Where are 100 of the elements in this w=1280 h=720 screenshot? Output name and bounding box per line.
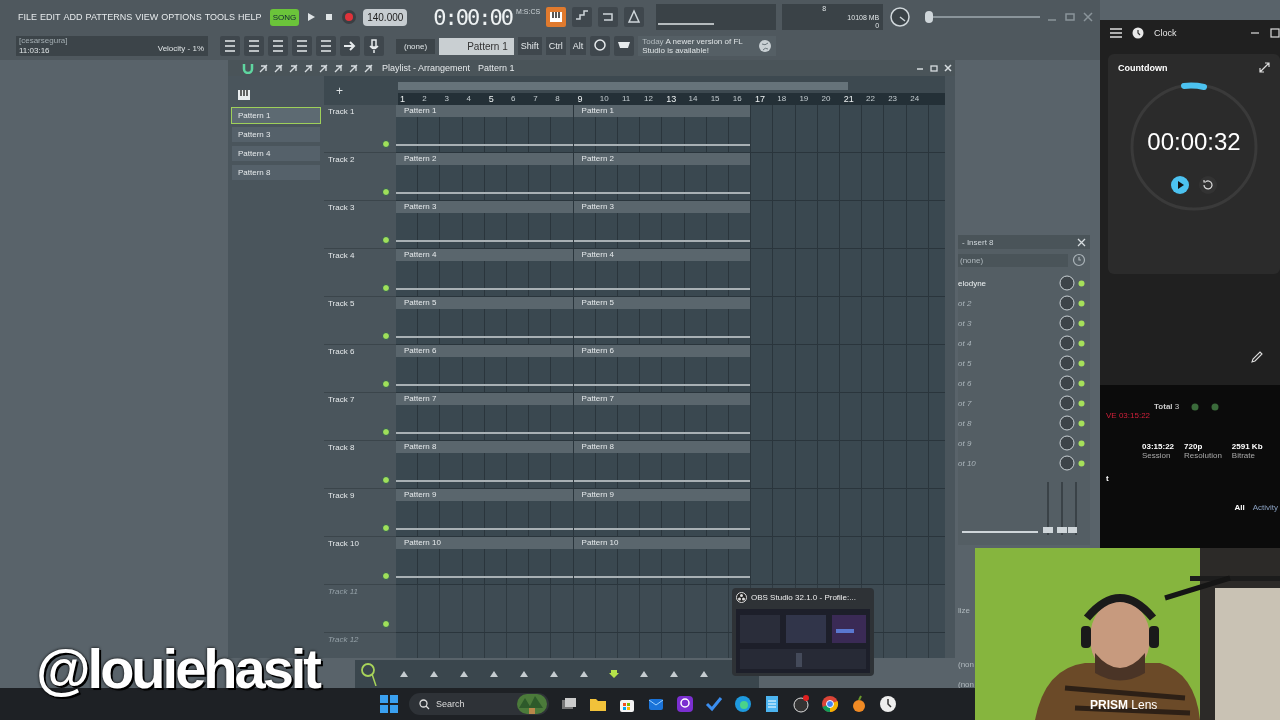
- pattern-clip[interactable]: Pattern 8: [396, 441, 574, 482]
- menu-item[interactable]: ADD: [63, 12, 83, 22]
- obs-app-icon[interactable]: [792, 695, 810, 713]
- piano-icon[interactable]: [238, 90, 250, 100]
- piano-roll-icon[interactable]: [268, 36, 288, 56]
- track-header[interactable]: Track 1: [324, 105, 396, 153]
- track-header[interactable]: Track 5: [324, 297, 396, 345]
- effect-slot[interactable]: ot 4: [958, 338, 1056, 348]
- loop-icon[interactable]: [598, 7, 619, 27]
- track-led-icon[interactable]: [382, 380, 390, 388]
- pattern-selector[interactable]: Pattern 1: [439, 37, 514, 55]
- pattern-list-item[interactable]: Pattern 1: [232, 108, 320, 123]
- news-panel[interactable]: Today A newer version of FL Studio is available!: [638, 36, 777, 56]
- pattern-clip[interactable]: Pattern 2: [396, 153, 574, 194]
- track-header[interactable]: Track 4: [324, 249, 396, 297]
- effect-slot[interactable]: ot 6: [958, 378, 1056, 388]
- effect-slot[interactable]: ot 2: [958, 298, 1056, 308]
- menu-item[interactable]: EDIT: [40, 12, 61, 22]
- mix-knob[interactable]: [1059, 315, 1075, 331]
- pattern-clip[interactable]: Pattern 6: [396, 345, 574, 386]
- effect-slot[interactable]: ot 8: [958, 418, 1056, 428]
- pattern-clip[interactable]: Pattern 2: [573, 153, 752, 194]
- track-lane[interactable]: Pattern 4 Pattern 4: [396, 249, 945, 297]
- mix-knob[interactable]: [1059, 395, 1075, 411]
- slot-led-icon[interactable]: [1078, 459, 1085, 467]
- marker-icon[interactable]: [549, 670, 559, 678]
- tool-icon[interactable]: [348, 62, 359, 74]
- track-led-icon[interactable]: [382, 236, 390, 244]
- keyboard-icon[interactable]: [546, 7, 567, 27]
- track-lane[interactable]: Pattern 5 Pattern 5: [396, 297, 945, 345]
- track-lane[interactable]: Pattern 1 Pattern 1: [396, 105, 945, 153]
- preview-tooltip[interactable]: OBS Studio 32.1.0 - Profile:...: [732, 588, 874, 676]
- menu-icon[interactable]: [1110, 28, 1122, 38]
- track-led-icon[interactable]: [382, 524, 390, 532]
- maximize-icon[interactable]: [929, 63, 939, 73]
- track-lane[interactable]: Pattern 9 Pattern 9: [396, 489, 945, 537]
- track-lane[interactable]: Pattern 7 Pattern 7: [396, 393, 945, 441]
- podcast-icon[interactable]: [676, 695, 694, 713]
- menu-item[interactable]: OPTIONS: [161, 12, 202, 22]
- playhead-marker-icon[interactable]: [609, 670, 619, 678]
- pattern-clip[interactable]: Pattern 10: [573, 537, 752, 578]
- track-header[interactable]: Track 6: [324, 345, 396, 393]
- modifier-key-button[interactable]: Alt: [569, 37, 587, 55]
- clock-icon[interactable]: [1072, 253, 1086, 267]
- fruit-icon[interactable]: [850, 695, 868, 713]
- channel-rack-icon[interactable]: [244, 36, 264, 56]
- marker-icon[interactable]: [579, 670, 589, 678]
- track-header[interactable]: Track 9: [324, 489, 396, 537]
- chrome-icon[interactable]: [821, 695, 839, 713]
- track-header[interactable]: Track 2: [324, 153, 396, 201]
- track-led-icon[interactable]: [382, 476, 390, 484]
- pattern-clip[interactable]: Pattern 1: [396, 105, 574, 146]
- menu-item[interactable]: HELP: [238, 12, 262, 22]
- slot-led-icon[interactable]: [1078, 439, 1085, 447]
- slot-led-icon[interactable]: [1078, 279, 1085, 287]
- tool-icon[interactable]: [303, 62, 314, 74]
- browser-icon[interactable]: [292, 36, 312, 56]
- step-icon[interactable]: [572, 7, 593, 27]
- effect-slot[interactable]: ot 10: [958, 458, 1056, 468]
- start-icon[interactable]: [380, 695, 398, 713]
- pattern-clip[interactable]: Pattern 1: [573, 105, 752, 146]
- tool-icon[interactable]: [333, 62, 344, 74]
- pattern-list-item[interactable]: Pattern 4: [232, 146, 320, 161]
- menu-item[interactable]: PATTERNS: [85, 12, 133, 22]
- pattern-clip[interactable]: Pattern 4: [573, 249, 752, 290]
- pattern-list-item[interactable]: Pattern 8: [232, 165, 320, 180]
- track-header[interactable]: Track 10: [324, 537, 396, 585]
- effect-slot[interactable]: ot 7: [958, 398, 1056, 408]
- pattern-clip[interactable]: Pattern 9: [396, 489, 574, 530]
- menu-item[interactable]: FILE: [18, 12, 37, 22]
- notepad-icon[interactable]: [763, 695, 781, 713]
- marker-icon[interactable]: [489, 670, 499, 678]
- filter-tab[interactable]: All: [1234, 503, 1245, 512]
- breadcrumb-item[interactable]: Pattern 1: [478, 63, 515, 73]
- marker-icon[interactable]: [639, 670, 649, 678]
- tool-icon[interactable]: [288, 62, 299, 74]
- microphone-icon[interactable]: [364, 36, 384, 56]
- marker-icon[interactable]: [399, 670, 409, 678]
- tool-icon[interactable]: [258, 62, 269, 74]
- track-led-icon[interactable]: [382, 188, 390, 196]
- maximize-icon[interactable]: [1270, 28, 1280, 38]
- marker-icon[interactable]: [459, 670, 469, 678]
- track-led-icon[interactable]: [382, 572, 390, 580]
- slot-led-icon[interactable]: [1078, 419, 1085, 427]
- track-led-icon[interactable]: [382, 332, 390, 340]
- slot-led-icon[interactable]: [1078, 359, 1085, 367]
- tool-icon[interactable]: [273, 62, 284, 74]
- pattern-clip[interactable]: Pattern 4: [396, 249, 574, 290]
- mixer-icon[interactable]: [316, 36, 336, 56]
- track-led-icon[interactable]: [382, 284, 390, 292]
- pattern-clip[interactable]: Pattern 5: [396, 297, 574, 338]
- menu-item[interactable]: VIEW: [135, 12, 159, 22]
- modifier-key-button[interactable]: Ctrl: [545, 37, 566, 55]
- cart-icon[interactable]: [614, 36, 635, 56]
- mix-knob[interactable]: [1059, 295, 1075, 311]
- slot-led-icon[interactable]: [1078, 399, 1085, 407]
- pattern-list-item[interactable]: Pattern 3: [232, 127, 320, 142]
- track-header[interactable]: Track 7: [324, 393, 396, 441]
- slot-led-icon[interactable]: [1078, 299, 1085, 307]
- reset-icon[interactable]: [1198, 175, 1218, 195]
